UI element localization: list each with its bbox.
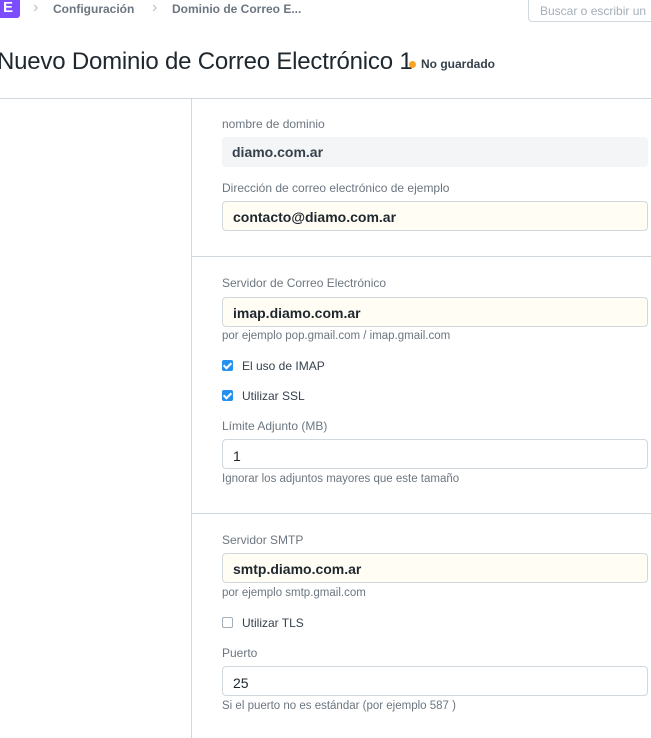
navbar: E › Configuración › Dominio de Correo E.… bbox=[0, 0, 651, 22]
use-tls-checkbox[interactable] bbox=[222, 617, 233, 628]
use-ssl-checkbox[interactable] bbox=[222, 390, 233, 401]
status-badge: No guardado bbox=[421, 57, 495, 71]
email-server-help: por ejemplo pop.gmail.com / imap.gmail.c… bbox=[222, 330, 451, 342]
use-imap-label[interactable]: El uso de IMAP bbox=[242, 359, 325, 373]
chevron-right-icon: › bbox=[33, 0, 39, 16]
header-divider bbox=[0, 98, 651, 99]
email-server-field[interactable]: imap.diamo.com.ar bbox=[222, 297, 648, 327]
breadcrumb-configuracion[interactable]: Configuración bbox=[53, 2, 134, 16]
search-input[interactable]: Buscar o escribir un bbox=[528, 0, 651, 22]
breadcrumb-email-domain[interactable]: Dominio de Correo E... bbox=[172, 2, 301, 16]
sidebar-divider bbox=[191, 98, 192, 738]
email-server-label: Servidor de Correo Electrónico bbox=[222, 276, 387, 290]
smtp-server-help: por ejemplo smtp.gmail.com bbox=[222, 587, 366, 599]
smtp-server-field[interactable]: smtp.diamo.com.ar bbox=[222, 553, 648, 583]
example-email-label: Dirección de correo electrónico de ejemp… bbox=[222, 181, 450, 195]
status-indicator-dot bbox=[409, 61, 416, 68]
page-title: Nuevo Dominio de Correo Electrónico 1 bbox=[0, 48, 413, 75]
smtp-server-label: Servidor SMTP bbox=[222, 533, 304, 547]
example-email-field[interactable]: contacto@diamo.com.ar bbox=[222, 201, 648, 231]
section-divider bbox=[191, 513, 651, 514]
use-ssl-label[interactable]: Utilizar SSL bbox=[242, 389, 305, 403]
port-help: Si el puerto no es estándar (por ejemplo… bbox=[222, 700, 456, 712]
use-tls-label[interactable]: Utilizar TLS bbox=[242, 616, 304, 630]
domain-name-field: diamo.com.ar bbox=[222, 137, 648, 167]
port-field[interactable]: 25 bbox=[222, 666, 648, 696]
domain-name-label: nombre de dominio bbox=[222, 117, 325, 131]
port-label: Puerto bbox=[222, 646, 258, 660]
section-divider bbox=[191, 256, 651, 257]
attachment-limit-label: Límite Adjunto (MB) bbox=[222, 419, 328, 433]
use-imap-checkbox[interactable] bbox=[222, 360, 233, 371]
attachment-limit-help: Ignorar los adjuntos mayores que este ta… bbox=[222, 473, 460, 485]
chevron-right-icon: › bbox=[152, 0, 158, 16]
attachment-limit-field[interactable]: 1 bbox=[222, 439, 648, 469]
app-logo[interactable]: E bbox=[0, 0, 20, 18]
